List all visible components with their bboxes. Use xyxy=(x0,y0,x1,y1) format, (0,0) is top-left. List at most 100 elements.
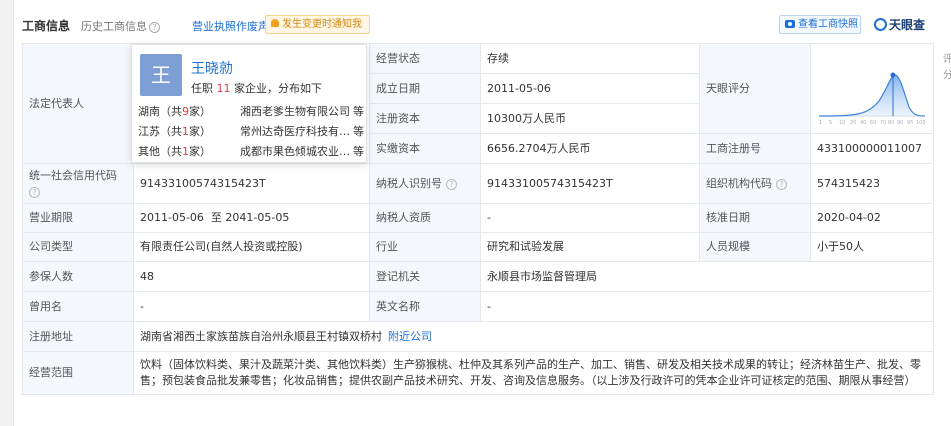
insured-count-label: 参保人数 xyxy=(22,261,134,292)
view-snapshot-button[interactable]: 查看工商快照 xyxy=(779,15,861,34)
region-company-link[interactable]: 成都市果色倾城农业… xyxy=(240,143,350,159)
region-row-hunan[interactable]: 湖南（共9家） 湘西老爹生物有限公司 等 xyxy=(138,103,364,119)
count-prefix: （共 xyxy=(160,125,182,138)
reg-authority-label: 登记机关 xyxy=(369,261,481,292)
camera-icon xyxy=(785,20,795,28)
question-icon[interactable]: ? xyxy=(446,178,457,190)
former-name-value: - xyxy=(133,291,370,322)
english-name-label: 英文名称 xyxy=(369,291,481,322)
taxpayer-id-label-cell: 纳税人识别号? xyxy=(369,163,481,204)
summary-prefix: 任职 xyxy=(191,82,213,95)
taxpayer-id-value: 91433100574315423T xyxy=(480,163,700,204)
reg-address-value: 湖南省湘西土家族苗族自治州永顺县王村镇双桥村 xyxy=(140,329,382,343)
region-name: 江苏 xyxy=(138,125,160,138)
paid-capital-value: 6656.2704万人民币 xyxy=(480,133,700,164)
svg-text:90: 90 xyxy=(897,120,903,126)
count-suffix: 家） xyxy=(189,125,211,138)
legal-rep-label: 法定代表人 xyxy=(22,43,134,164)
region-company-link[interactable]: 湘西老爹生物有限公司 xyxy=(240,103,350,119)
org-code-label: 组织机构代码 xyxy=(706,176,772,190)
insured-count-value: 48 xyxy=(133,261,370,292)
rating-label: 天眼评分 xyxy=(699,43,811,134)
region-count: 9 xyxy=(182,105,189,118)
rating-cell[interactable]: 评分 89 151020406070809095100 xyxy=(810,43,951,134)
company-type-value: 有限责任公司(自然人投资或控股) xyxy=(133,232,370,262)
reg-capital-label: 注册资本 xyxy=(369,103,481,134)
count-suffix: 家） xyxy=(189,105,211,118)
region-label: 江苏（共1家） xyxy=(138,123,211,139)
question-icon[interactable]: ? xyxy=(776,178,787,190)
section-header: 工商信息 历史工商信息? 营业执照作废声明 发生变更时通知我 查看工商快照 天眼… xyxy=(22,12,933,38)
approve-date-label: 核准日期 xyxy=(699,203,811,233)
company-type-label: 公司类型 xyxy=(22,232,134,262)
status-value: 存续 xyxy=(480,43,700,74)
term-label: 营业期限 xyxy=(22,203,134,233)
org-code-label-cell: 组织机构代码? xyxy=(699,163,811,204)
avatar: 王 xyxy=(140,54,182,96)
summary-suffix: 家企业，分布如下 xyxy=(234,82,322,95)
taxpayer-qual-label: 纳税人资质 xyxy=(369,203,481,233)
industry-value: 研究和试验发展 xyxy=(480,232,700,262)
industry-label: 行业 xyxy=(369,232,481,262)
summary-count: 11 xyxy=(216,82,231,95)
svg-text:40: 40 xyxy=(860,120,866,126)
region-etc: 等 xyxy=(353,105,364,118)
rating-widget[interactable]: 评分 89 151020406070809095100 xyxy=(811,47,951,131)
english-name-value: - xyxy=(480,291,934,322)
credit-code-value: 91433100574315423T xyxy=(133,163,370,204)
svg-text:80: 80 xyxy=(888,120,894,126)
found-date-label: 成立日期 xyxy=(369,73,481,104)
region-label: 其他（共1家） xyxy=(138,143,211,159)
staff-scale-value: 小于50人 xyxy=(810,232,934,262)
logo-icon xyxy=(874,18,887,31)
paid-capital-label: 实缴资本 xyxy=(369,133,481,164)
credit-code-label: 统一社会信用代码 xyxy=(29,168,117,182)
bell-icon xyxy=(271,19,279,27)
svg-text:5: 5 xyxy=(829,120,832,126)
tab-history-label: 历史工商信息 xyxy=(81,20,147,33)
svg-text:20: 20 xyxy=(850,120,856,126)
legal-rep-summary: 任职 11 家企业，分布如下 xyxy=(191,80,322,96)
reg-address-cell: 湖南省湘西土家族苗族自治州永顺县王村镇双桥村 附近公司 xyxy=(133,321,934,352)
question-icon[interactable]: ? xyxy=(29,186,40,198)
org-code-value: 574315423 xyxy=(810,163,934,204)
region-name: 湖南 xyxy=(138,105,160,118)
region-etc: 等 xyxy=(353,125,364,138)
tab-business-info[interactable]: 工商信息 xyxy=(22,17,70,34)
region-name: 其他 xyxy=(138,145,160,158)
notify-label: 发生变更时通知我 xyxy=(282,19,362,30)
region-company-link[interactable]: 常州达奇医疗科技有… xyxy=(240,123,350,139)
region-etc: 等 xyxy=(353,145,364,158)
taxpayer-qual-value: - xyxy=(480,203,700,233)
term-value: 2011-05-06 至 2041-05-05 xyxy=(133,203,370,233)
count-prefix: （共 xyxy=(160,105,182,118)
svg-text:95: 95 xyxy=(907,120,913,126)
reg-no-value: 433100000011007 xyxy=(810,133,934,164)
svg-text:10: 10 xyxy=(839,120,845,126)
rating-distribution-chart: 1 5 10 20 40 60 70 80 90 95 100 xyxy=(818,72,926,126)
reg-address-label: 注册地址 xyxy=(22,321,134,352)
count-prefix: （共 xyxy=(160,145,182,158)
former-name-label: 曾用名 xyxy=(22,291,134,322)
tab-history-business-info[interactable]: 历史工商信息? xyxy=(81,18,160,34)
nearby-companies-link[interactable]: 附近公司 xyxy=(388,330,432,343)
region-label: 湖南（共9家） xyxy=(138,103,211,119)
reg-authority-value: 永顺县市场监督管理局 xyxy=(480,261,934,292)
rating-title: 评分 xyxy=(943,53,951,81)
approve-date-value: 2020-04-02 xyxy=(810,203,934,233)
region-row-jiangsu[interactable]: 江苏（共1家） 常州达奇医疗科技有… 等 xyxy=(138,123,364,139)
svg-text:60: 60 xyxy=(870,120,876,126)
notify-on-change-button[interactable]: 发生变更时通知我 xyxy=(265,15,370,34)
credit-code-label-cell: 统一社会信用代码? xyxy=(22,163,134,204)
question-icon[interactable]: ? xyxy=(149,22,160,33)
reg-no-label: 工商注册号 xyxy=(699,133,811,164)
count-suffix: 家） xyxy=(189,145,211,158)
left-panel-strip xyxy=(0,0,14,426)
region-row-other[interactable]: 其他（共1家） 成都市果色倾城农业… 等 xyxy=(138,143,364,159)
business-scope-value: 饮料（固体饮料类、果汁及蔬菜汁类、其他饮料类）生产猕猴桃、杜仲及其系列产品的生产… xyxy=(133,351,934,395)
legal-rep-name-link[interactable]: 王晓勍 xyxy=(191,58,233,78)
svg-text:100: 100 xyxy=(916,120,926,126)
svg-text:1: 1 xyxy=(819,120,822,126)
business-scope-label: 经营范围 xyxy=(22,351,134,395)
region-count: 1 xyxy=(182,145,189,158)
